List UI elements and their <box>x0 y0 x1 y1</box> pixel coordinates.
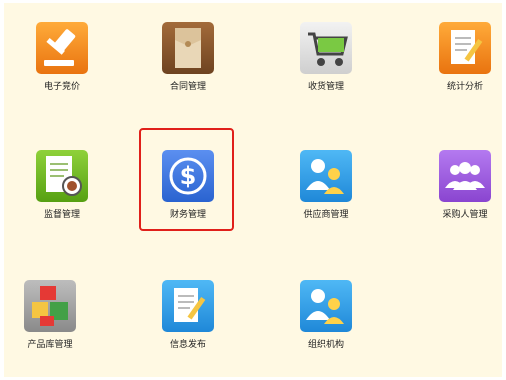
contract-folder-icon <box>162 22 214 74</box>
module-label: 合同管理 <box>169 82 206 92</box>
module-label: 信息发布 <box>169 340 206 350</box>
product-boxes-icon <box>24 280 76 332</box>
module-e-bidding[interactable]: 电子竞价 <box>17 22 107 122</box>
module-statistics[interactable]: 统计分析 <box>420 22 506 122</box>
module-supervision[interactable]: 监督管理 <box>17 150 107 250</box>
gavel-icon <box>36 22 88 74</box>
buyer-people-icon <box>439 150 491 202</box>
document-edit-icon <box>439 22 491 74</box>
module-supplier[interactable]: 供应商管理 <box>281 150 371 250</box>
module-contract[interactable]: 合同管理 <box>143 22 233 122</box>
module-label: 产品库管理 <box>27 340 73 350</box>
module-label: 统计分析 <box>446 82 483 92</box>
module-label: 采购人管理 <box>442 210 488 220</box>
module-buyer[interactable]: 采购人管理 <box>420 150 506 250</box>
module-receiving[interactable]: 收货管理 <box>281 22 371 122</box>
module-label: 收货管理 <box>307 82 344 92</box>
shopping-cart-icon <box>300 22 352 74</box>
organization-people-icon <box>300 280 352 332</box>
selection-highlight <box>139 128 234 231</box>
supplier-people-icon <box>300 150 352 202</box>
module-organization[interactable]: 组织机构 <box>281 280 371 380</box>
module-info-publish[interactable]: 信息发布 <box>143 280 233 380</box>
module-label: 电子竞价 <box>43 82 80 92</box>
module-product-library[interactable]: 产品库管理 <box>5 280 95 380</box>
module-label: 供应商管理 <box>303 210 349 220</box>
info-publish-icon <box>162 280 214 332</box>
module-label: 组织机构 <box>307 340 344 350</box>
inspection-doc-icon <box>36 150 88 202</box>
module-label: 监督管理 <box>43 210 80 220</box>
